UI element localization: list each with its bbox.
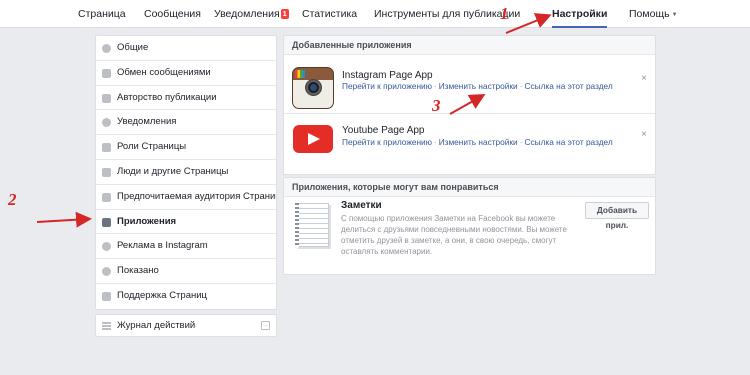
arrow-to-edit-settings xyxy=(449,94,486,115)
annotation-step-1: 1 xyxy=(500,4,509,23)
annotation-arrows xyxy=(36,13,552,228)
arrow-to-settings xyxy=(505,13,552,34)
annotation-step-2: 2 xyxy=(8,190,17,209)
arrow-to-apps xyxy=(36,211,92,228)
annotation-step-3: 3 xyxy=(432,96,441,115)
